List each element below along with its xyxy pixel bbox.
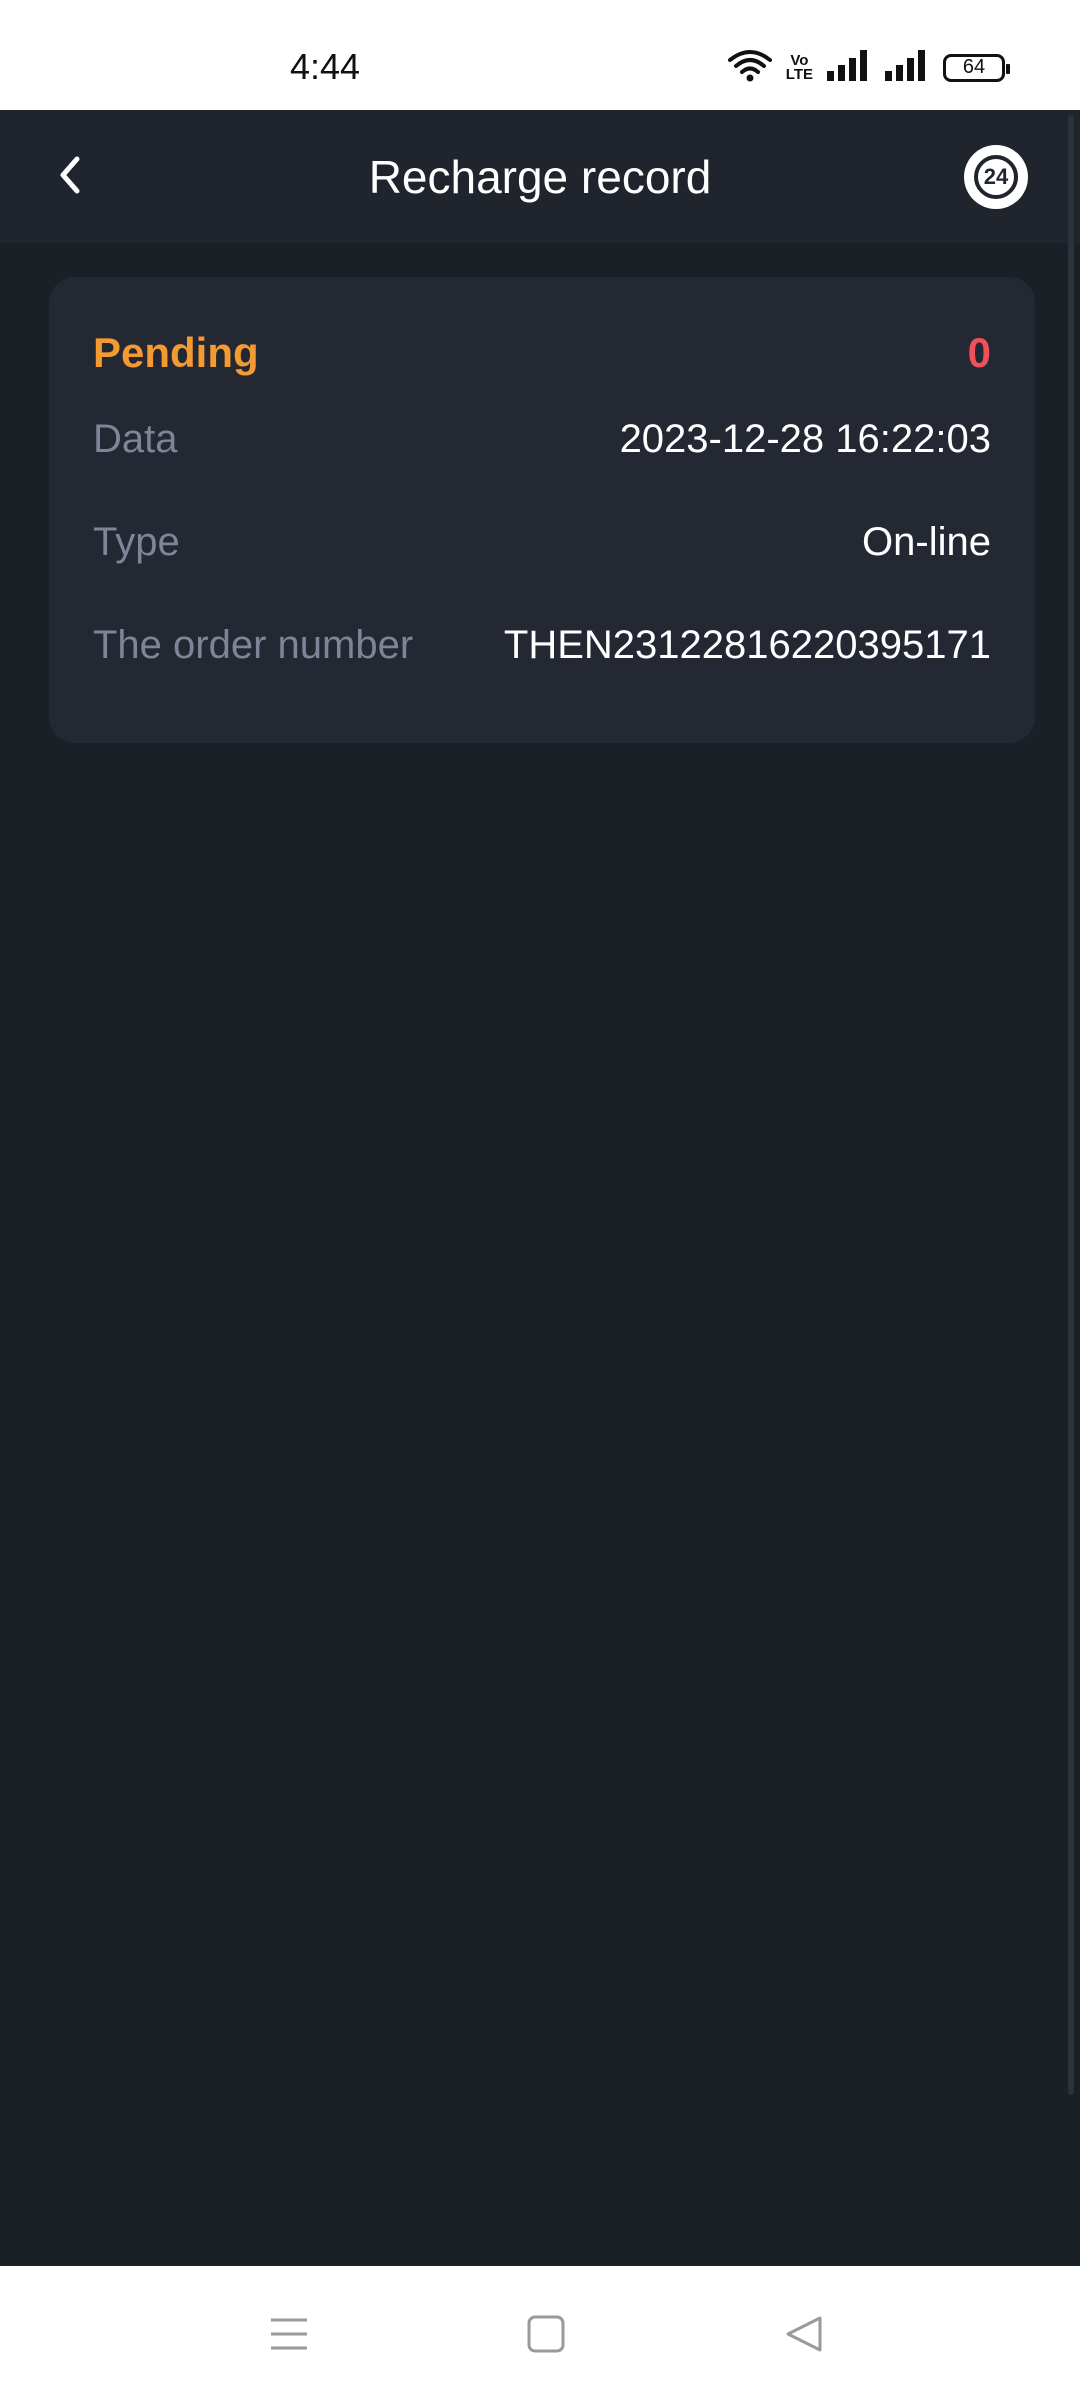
page-title: Recharge record	[368, 151, 712, 203]
system-nav-bar	[0, 2266, 1080, 2400]
home-icon	[526, 2314, 566, 2359]
record-order-row: The order number THEN23122816220395171	[93, 623, 991, 668]
record-amount: 0	[967, 329, 991, 376]
date-value: 2023-12-28 16:22:03	[619, 417, 991, 461]
status-icons: Vo LTE 64	[727, 48, 1010, 87]
back-icon	[784, 2314, 824, 2359]
record-status-row: Pending 0	[93, 329, 991, 377]
volte-icon: Vo LTE	[785, 53, 813, 83]
order-number-value: THEN23122816220395171	[503, 623, 991, 667]
system-back-button[interactable]	[774, 2306, 834, 2366]
record-type-row: Type On-line	[93, 520, 991, 565]
customer-support-button[interactable]: 24	[964, 145, 1028, 209]
type-value: On-line	[862, 520, 991, 564]
status-time: 4:44	[290, 46, 361, 87]
menu-icon	[269, 2316, 309, 2357]
volte-bottom-label: LTE	[785, 65, 813, 83]
type-label: Type	[93, 520, 180, 564]
order-number-label: The order number	[93, 623, 414, 667]
signal-icon	[885, 49, 929, 86]
battery-level: 64	[962, 56, 986, 78]
wifi-icon	[727, 48, 772, 87]
recharge-record-card[interactable]: Pending 0 Data 2023-12-28 16:22:03 Type …	[49, 277, 1035, 743]
recent-apps-button[interactable]	[259, 2306, 319, 2366]
support-24-label: 24	[983, 164, 1009, 189]
status-bar: 4:44 Vo LTE 64	[0, 0, 1080, 110]
signal-icon	[827, 49, 871, 86]
app-header: Recharge record 24	[0, 110, 1080, 243]
support-24-icon: 24	[974, 155, 1018, 199]
date-label: Data	[93, 417, 178, 461]
status-badge: Pending	[93, 329, 259, 376]
home-button[interactable]	[516, 2306, 576, 2366]
battery-icon: 64	[943, 53, 1010, 82]
record-date-row: Data 2023-12-28 16:22:03	[93, 417, 991, 462]
scrollbar[interactable]	[1068, 115, 1074, 2095]
